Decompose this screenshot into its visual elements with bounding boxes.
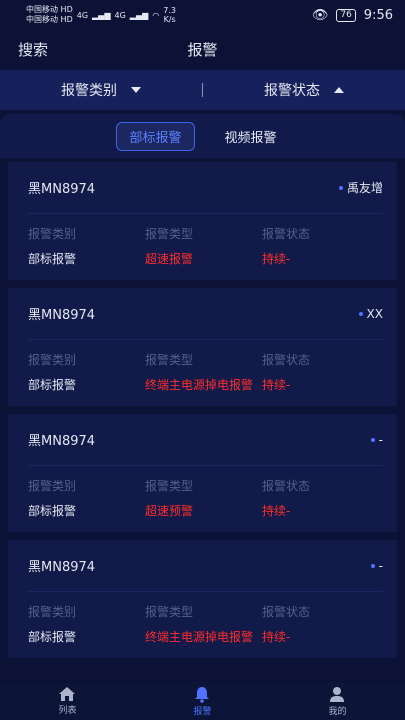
hd-badge: HD: [60, 5, 73, 14]
status-right: 👁 76 9:56: [312, 8, 393, 23]
owner: -: [370, 433, 383, 447]
type-value: 超速预警: [145, 504, 194, 518]
state-value: 持续-: [262, 630, 291, 644]
signal-icon: ▂▄▆: [92, 10, 111, 20]
type-label: 报警类型: [145, 227, 194, 241]
card-header: 黑MN8974 -: [28, 414, 383, 466]
alarm-list[interactable]: 黑MN8974 禹友增 报警类别 部标报警 报警类型 超速报警 报警状态 持续- 黑M…: [0, 162, 405, 682]
nav-alarm[interactable]: 报警: [193, 686, 212, 717]
network-speed: 7.3 K/s: [163, 6, 176, 24]
category-value: 部标报警: [28, 378, 77, 392]
state-value: 持续-: [262, 252, 291, 266]
battery-indicator: 76: [336, 8, 356, 22]
state-dropdown-label: 报警状态: [264, 83, 320, 99]
eye-icon: 👁: [311, 7, 329, 23]
category-label: 报警类别: [28, 479, 77, 493]
plate-number: 黑MN8974: [28, 308, 96, 323]
state-label: 报警状态: [262, 479, 311, 493]
alarm-card[interactable]: 黑MN8974 XX 报警类别部标报警 报警类型终端主电源掉电报警 报警状态持续…: [8, 288, 397, 406]
wifi-icon: ◠: [152, 10, 160, 20]
type-label: 报警类型: [145, 605, 194, 619]
carrier-info: 中国移动 HD 中国移动 HD: [26, 5, 73, 25]
owner: 禹友增: [338, 179, 383, 196]
caret-down-icon: [131, 87, 141, 93]
status-left: 中国移动 HD 中国移动 HD 4G ▂▄▆ 4G ▂▄▆ ◠ 7.3 K/s: [26, 5, 176, 25]
tab-video-alarm[interactable]: 视频报警: [213, 123, 289, 150]
hd-badge: HD: [60, 15, 73, 24]
owner: XX: [358, 307, 383, 321]
dot-icon: [358, 311, 363, 316]
alarm-card[interactable]: 黑MN8974 - 报警类别部标报警 报警类型超速预警 报警状态持续-: [8, 414, 397, 532]
alarm-card[interactable]: 黑MN8974 禹友增 报警类别部标报警 报警类型超速报警 报警状态持续-: [8, 162, 397, 280]
card-body: 报警类别部标报警 报警类型超速报警 报警状态持续-: [28, 222, 383, 272]
page-title: 报警: [187, 40, 218, 59]
category-label: 报警类别: [28, 605, 77, 619]
bell-icon: [195, 686, 210, 703]
category-value: 部标报警: [28, 504, 77, 518]
dot-icon: [338, 185, 343, 190]
carrier-1: 中国移动: [26, 5, 58, 14]
card-body: 报警类别部标报警 报警类型超速预警 报警状态持续-: [28, 474, 383, 524]
carrier-2: 中国移动: [26, 15, 58, 24]
nav-list-label: 列表: [58, 706, 77, 716]
plate-number: 黑MN8974: [28, 560, 96, 575]
state-value: 持续-: [262, 378, 291, 392]
category-label: 报警类别: [28, 353, 77, 367]
state-label: 报警状态: [262, 353, 311, 367]
category-label: 报警类别: [28, 227, 77, 241]
nav-alarm-label: 报警: [193, 706, 212, 717]
signal-4g-1: 4G: [76, 10, 89, 20]
dot-icon: [370, 563, 375, 568]
type-label: 报警类型: [145, 479, 194, 493]
nav-mine[interactable]: 我的: [328, 686, 347, 717]
nav-mine-label: 我的: [328, 706, 347, 717]
caret-up-icon: [334, 87, 344, 93]
signal-icon: ▂▄▆: [129, 10, 149, 20]
card-header: 黑MN8974 XX: [28, 288, 383, 340]
alarm-card[interactable]: 黑MN8974 - 报警类别部标报警 报警类型终端主电源掉电报警 报警状态持续-: [8, 540, 397, 658]
bottom-nav: 列表 报警 我的: [0, 682, 405, 720]
card-header: 黑MN8974 禹友增: [28, 162, 383, 214]
plate-number: 黑MN8974: [28, 434, 96, 449]
top-navbar: 搜索 报警: [0, 30, 405, 68]
category-dropdown-label: 报警类别: [61, 83, 117, 99]
state-value: 持续-: [262, 504, 291, 518]
user-icon: [330, 686, 345, 702]
type-value: 超速报警: [145, 252, 194, 266]
owner: -: [370, 559, 383, 573]
card-body: 报警类别部标报警 报警类型终端主电源掉电报警 报警状态持续-: [28, 600, 383, 650]
category-value: 部标报警: [28, 252, 77, 266]
state-label: 报警状态: [262, 605, 311, 619]
card-header: 黑MN8974 -: [28, 540, 383, 592]
signal-4g-2: 4G: [114, 10, 126, 20]
dot-icon: [370, 437, 375, 442]
search-button[interactable]: 搜索: [18, 39, 48, 60]
category-value: 部标报警: [28, 630, 77, 644]
nav-list[interactable]: 列表: [58, 686, 77, 716]
state-label: 报警状态: [262, 227, 311, 241]
plate-number: 黑MN8974: [28, 182, 96, 197]
status-bar: 中国移动 HD 中国移动 HD 4G ▂▄▆ 4G ▂▄▆ ◠ 7.3 K/s …: [0, 0, 405, 30]
state-dropdown[interactable]: 报警状态: [203, 80, 405, 100]
category-dropdown[interactable]: 报警类别: [0, 80, 202, 100]
clock: 9:56: [363, 7, 393, 23]
filter-bar: 报警类别 报警状态: [0, 70, 405, 110]
type-value: 终端主电源掉电报警: [145, 630, 254, 644]
tab-standard-alarm[interactable]: 部标报警: [116, 121, 195, 151]
home-icon: [59, 687, 76, 701]
card-body: 报警类别部标报警 报警类型终端主电源掉电报警 报警状态持续-: [28, 348, 383, 398]
type-label: 报警类型: [145, 353, 194, 367]
type-value: 终端主电源掉电报警: [145, 378, 254, 392]
alarm-tabs: 部标报警 视频报警: [0, 114, 405, 158]
